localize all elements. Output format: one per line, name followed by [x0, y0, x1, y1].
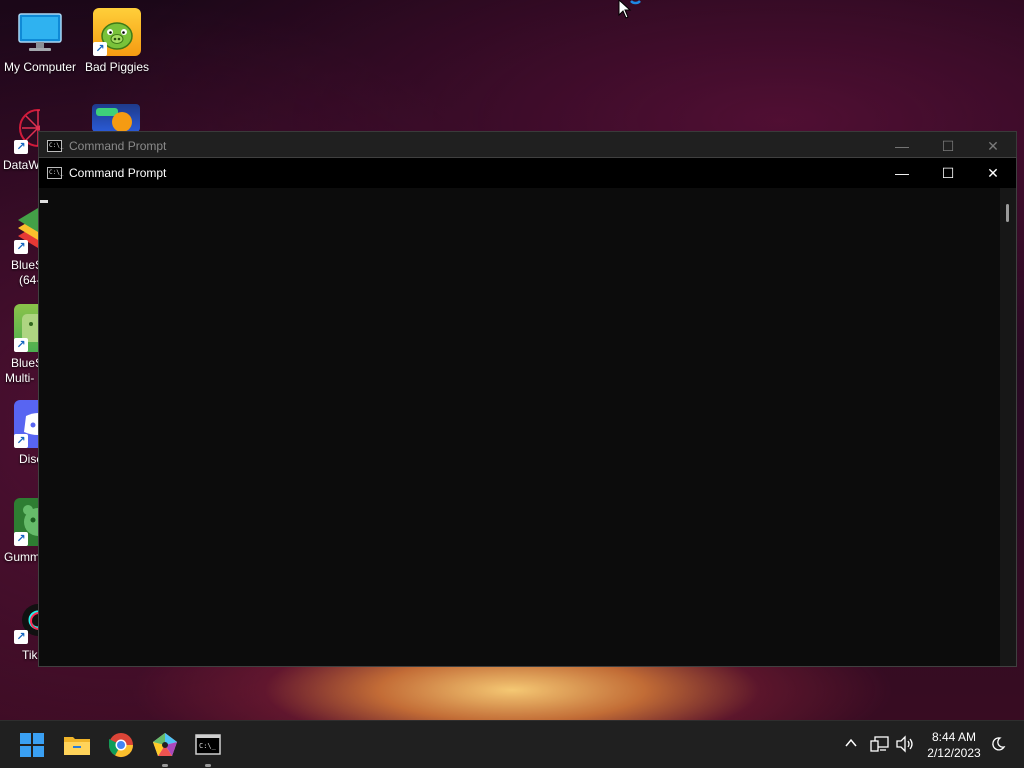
desktop-icon-label: My Computer [3, 60, 77, 74]
shortcut-arrow-icon: ↗ [14, 434, 28, 448]
shortcut-arrow-icon: ↗ [14, 240, 28, 254]
desktop-icon-my-computer[interactable]: My Computer [0, 8, 80, 75]
bad-piggies-icon: ↗ [93, 8, 141, 56]
running-indicator [205, 764, 211, 767]
desktop-icon-label: Tik [22, 648, 38, 662]
chrome-button[interactable] [105, 729, 137, 761]
svg-text:C:\_: C:\_ [199, 742, 217, 750]
desktop-icon-tiktok[interactable]: ↗ Tik [0, 596, 40, 663]
desktop-icon-label: BlueS [11, 356, 40, 370]
network-button[interactable] [870, 735, 890, 768]
vertical-scrollbar[interactable] [1000, 188, 1016, 666]
pentagon-app-icon [153, 733, 177, 756]
window-title: Command Prompt [69, 139, 167, 153]
start-button[interactable] [16, 729, 48, 761]
chrome-icon [109, 733, 133, 758]
bluestacks-icon: ↗ [14, 206, 40, 254]
running-indicator [162, 764, 168, 767]
shortcut-arrow-icon: ↗ [14, 532, 28, 546]
clock-date: 2/12/2023 [927, 746, 981, 760]
desktop-icon-bluestacks[interactable]: ↗ BlueS (64- [0, 206, 40, 288]
text-cursor [40, 200, 48, 203]
close-button[interactable]: ✕ [970, 158, 1016, 188]
datawrapper-icon: ↗ [14, 106, 40, 154]
mouse-pointer-icon [618, 0, 642, 25]
desktop-icon-datawrapper[interactable]: ↗ DataW [0, 106, 40, 173]
folder-icon [64, 737, 90, 755]
pentagon-app-button[interactable] [149, 729, 181, 767]
desktop-icon-label: Bad Piggies [84, 60, 150, 74]
clock-time: 8:44 AM [931, 730, 977, 744]
focus-assist-button[interactable] [990, 736, 1006, 768]
volume-button[interactable] [895, 735, 915, 768]
desktop-icon-label: Gumm [4, 550, 40, 564]
bluestacks-multi-icon: ↗ [14, 304, 40, 352]
file-explorer-button[interactable] [61, 729, 93, 761]
scrollbar-thumb[interactable] [1006, 204, 1009, 222]
desktop-icon-label: BlueS [11, 258, 40, 272]
taskbar: C:\_ 8:44 AM 2/12/2023 [0, 720, 1024, 768]
desktop-icon-gummy[interactable]: ↗ Gumm [0, 498, 40, 565]
cmd-icon: C:\_ [47, 140, 63, 152]
close-button[interactable]: ✕ [970, 132, 1016, 160]
desktop-icon-label-line2: Multi- [5, 371, 35, 385]
cmd-icon: C:\_ [47, 167, 63, 179]
shortcut-arrow-icon: ↗ [93, 42, 107, 56]
shortcut-arrow-icon: ↗ [14, 338, 28, 352]
console-output-area[interactable] [39, 188, 1001, 666]
command-prompt-window[interactable]: C:\_ Command Prompt ― ☐ ✕ [38, 157, 1017, 667]
window-titlebar[interactable]: C:\_ Command Prompt ― ☐ ✕ [39, 158, 1016, 188]
windows-start-icon [20, 733, 44, 757]
chevron-up-icon [845, 738, 857, 747]
speaker-icon [896, 735, 913, 753]
minimize-button[interactable]: ― [879, 158, 925, 188]
desktop-icon-label: Disc [19, 452, 40, 466]
taskbar-clock[interactable]: 8:44 AM 2/12/2023 [918, 729, 990, 761]
moon-icon [992, 737, 1006, 751]
minimize-button[interactable]: ― [879, 132, 925, 160]
desktop-icon-label: DataW [3, 158, 40, 172]
desktop-icon-bad-piggies[interactable]: ↗ Bad Piggies [77, 8, 157, 75]
tiktok-icon: ↗ [14, 596, 40, 644]
desktop-icon-partial-app[interactable] [92, 104, 142, 132]
shortcut-arrow-icon: ↗ [14, 140, 28, 154]
background-command-prompt-window[interactable]: C:\_ Command Prompt ― ☐ ✕ [38, 131, 1017, 159]
discord-icon: ↗ [14, 400, 40, 448]
terminal-icon: C:\_ [195, 734, 221, 755]
window-title: Command Prompt [69, 166, 167, 180]
desktop-icon-label-line2: (64- [19, 273, 40, 287]
maximize-button[interactable]: ☐ [925, 132, 971, 160]
show-hidden-icons-button[interactable] [843, 735, 859, 768]
app-2022-icon [92, 104, 140, 132]
network-icon [870, 736, 889, 752]
maximize-button[interactable]: ☐ [925, 158, 971, 188]
desktop-icon-discord[interactable]: ↗ Disc [0, 400, 40, 467]
monitor-icon [16, 8, 64, 56]
command-prompt-taskbar-button[interactable]: C:\_ [192, 729, 224, 767]
shortcut-arrow-icon: ↗ [14, 630, 28, 644]
gummy-bear-icon: ↗ [14, 498, 40, 546]
desktop-icon-bluestacks-multi[interactable]: ↗ BlueS Multi- [0, 304, 40, 386]
